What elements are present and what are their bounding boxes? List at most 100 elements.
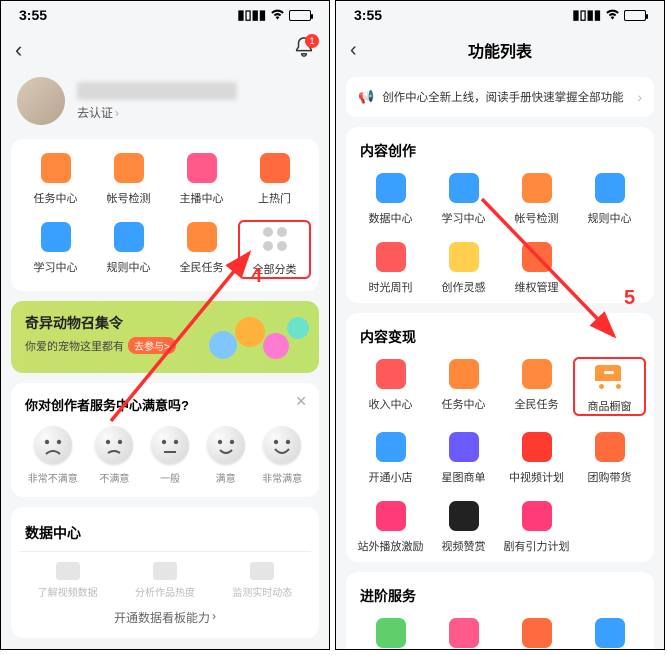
feature-icon — [374, 430, 408, 464]
feature-label: 视频赞赏 — [442, 538, 486, 554]
cart-icon — [595, 363, 625, 389]
announcement-bar[interactable]: 📢 创作中心全新上线，阅读手册快速掌握全部功能 › — [346, 77, 654, 117]
feature-视频赞赏[interactable]: 视频赞赏 — [427, 499, 500, 554]
status-bar: 3:55 ▮▯▮▮ — [336, 1, 664, 29]
avatar[interactable] — [17, 77, 65, 125]
data-col-label: 监测实时动态 — [232, 584, 292, 599]
face-option[interactable]: 满意 — [207, 426, 245, 485]
feature-团购带货[interactable]: 团购带货 — [573, 430, 646, 485]
feature-任务中心[interactable]: 任务中心 — [427, 357, 500, 416]
wifi-icon — [605, 7, 620, 23]
annotation-arrow-4 — [91, 231, 271, 431]
username-blur — [77, 82, 237, 100]
status-bar: 3:55 ▮▯▮▮ — [1, 1, 329, 29]
announcement-text: 创作中心全新上线，阅读手册快速掌握全部功能 — [382, 89, 624, 105]
feature-官方认证[interactable]: 官方认证 — [573, 616, 646, 650]
feature-主播中心[interactable]: 主播中心 — [427, 616, 500, 650]
feature-icon — [520, 616, 554, 650]
chevron-right-icon: › — [637, 89, 642, 105]
open-dashboard-link[interactable]: 开通数据看板能力› — [19, 599, 311, 626]
service-帐号检测[interactable]: 帐号检测 — [92, 151, 165, 206]
feature-label: 收入中心 — [369, 396, 413, 412]
verify-link[interactable]: 去认证› — [77, 104, 237, 121]
data-col[interactable]: 监测实时动态 — [232, 562, 292, 599]
megaphone-icon: 📢 — [358, 89, 374, 105]
feature-成长中心[interactable]: 成长中心 — [354, 616, 427, 650]
service-icon — [185, 151, 219, 185]
feature-label: 星图商单 — [442, 469, 486, 485]
feature-商品橱窗[interactable]: 商品橱窗 — [573, 357, 646, 416]
data-col-icon — [153, 562, 177, 580]
phone-left: 3:55 ▮▯▮▮ ‹ 1 去认证› 任务中心帐号检测主播中心上热门学习中心规则… — [0, 0, 330, 650]
face-icon — [151, 426, 189, 464]
feature-icon — [593, 616, 627, 650]
face-icon — [95, 426, 133, 464]
face-label: 满意 — [216, 470, 236, 485]
header-row: ‹ 1 — [1, 29, 329, 71]
feature-icon — [593, 430, 627, 464]
feature-上热门[interactable]: 上热门 — [500, 616, 573, 650]
service-学习中心[interactable]: 学习中心 — [19, 220, 92, 279]
status-icons: ▮▯▮▮ — [237, 7, 311, 23]
profile-row[interactable]: 去认证› — [1, 71, 329, 139]
status-time: 3:55 — [354, 7, 382, 23]
status-icons: ▮▯▮▮ — [572, 7, 646, 23]
data-col[interactable]: 分析作品热度 — [135, 562, 195, 599]
service-icon — [258, 151, 292, 185]
feature-label: 中视频计划 — [509, 469, 564, 485]
service-label: 学习中心 — [34, 259, 78, 275]
data-title: 数据中心 — [19, 519, 311, 551]
close-icon[interactable]: ✕ — [295, 393, 307, 410]
service-任务中心[interactable]: 任务中心 — [19, 151, 92, 206]
data-col-icon — [250, 562, 274, 580]
feature-时光周刊[interactable]: 时光周刊 — [354, 240, 427, 295]
battery-icon — [289, 10, 311, 21]
face-option[interactable]: 非常不满意 — [28, 426, 78, 485]
feature-label: 数据中心 — [369, 210, 413, 226]
data-col-label: 分析作品热度 — [135, 584, 195, 599]
feature-label: 全民任务 — [515, 396, 559, 412]
data-col-icon — [56, 562, 80, 580]
face-option[interactable]: 一般 — [151, 426, 189, 485]
feature-label: 商品橱窗 — [588, 398, 632, 414]
feature-label: 开通小店 — [369, 469, 413, 485]
face-icon — [207, 426, 245, 464]
feature-icon — [374, 499, 408, 533]
face-option[interactable]: 非常满意 — [262, 426, 302, 485]
feature-中视频计划[interactable]: 中视频计划 — [500, 430, 573, 485]
back-icon[interactable]: ‹ — [350, 39, 357, 62]
feature-icon — [374, 616, 408, 650]
feature-收入中心[interactable]: 收入中心 — [354, 357, 427, 416]
feature-icon — [593, 359, 627, 393]
feature-icon — [520, 430, 554, 464]
service-主播中心[interactable]: 主播中心 — [165, 151, 238, 206]
feature-星图商单[interactable]: 星图商单 — [427, 430, 500, 485]
service-label: 帐号检测 — [107, 190, 151, 206]
service-icon — [112, 151, 146, 185]
feature-label: 任务中心 — [442, 396, 486, 412]
title-bar: ‹ 功能列表 — [336, 29, 664, 71]
feature-icon — [374, 171, 408, 205]
feature-站外播放激励[interactable]: 站外播放激励 — [354, 499, 427, 554]
data-col[interactable]: 了解视频数据 — [38, 562, 98, 599]
signal-icon: ▮▯▮▮ — [572, 7, 601, 23]
service-上热门[interactable]: 上热门 — [238, 151, 311, 206]
service-label: 任务中心 — [34, 190, 78, 206]
feature-icon — [447, 357, 481, 391]
notification-bell[interactable]: 1 — [293, 36, 315, 64]
chevron-right-icon: › — [212, 609, 216, 626]
wifi-icon — [270, 7, 285, 23]
feature-icon — [447, 430, 481, 464]
feature-icon — [374, 240, 408, 274]
feature-数据中心[interactable]: 数据中心 — [354, 171, 427, 226]
feature-icon — [374, 357, 408, 391]
face-label: 非常不满意 — [28, 470, 78, 485]
battery-icon — [624, 10, 646, 21]
feature-全民任务[interactable]: 全民任务 — [500, 357, 573, 416]
service-icon — [39, 151, 73, 185]
feature-开通小店[interactable]: 开通小店 — [354, 430, 427, 485]
feature-剧有引力计划[interactable]: 剧有引力计划 — [500, 499, 573, 554]
back-icon[interactable]: ‹ — [15, 37, 22, 63]
bell-badge: 1 — [305, 34, 319, 48]
face-option[interactable]: 不满意 — [95, 426, 133, 485]
